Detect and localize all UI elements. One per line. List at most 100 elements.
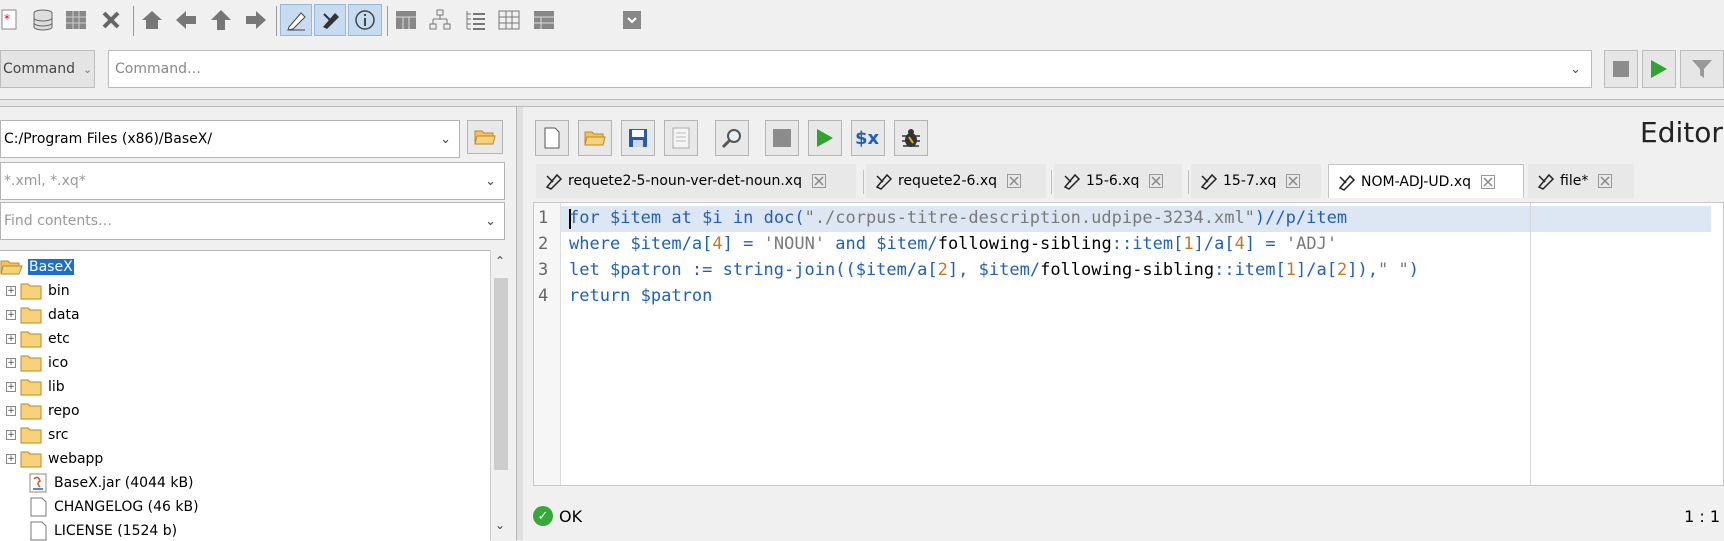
file-filter-placeholder: *.xml, *.xq* bbox=[4, 173, 86, 189]
find-contents-field[interactable]: Find contents… ⌄ bbox=[0, 202, 505, 240]
tree-item-file[interactable]: CHANGELOG (46 kB) bbox=[28, 495, 199, 519]
tree-item-folder[interactable]: + lib bbox=[6, 375, 65, 399]
code-line: return $patron bbox=[569, 286, 713, 306]
folder-icon bbox=[20, 331, 42, 348]
save-button[interactable] bbox=[621, 120, 655, 156]
chevron-down-icon[interactable]: ⌄ bbox=[485, 214, 496, 229]
file-tree: BaseX + bin + data + etc + ico + lib + r… bbox=[0, 250, 490, 541]
find-button[interactable] bbox=[715, 120, 749, 156]
tab-file[interactable]: file* bbox=[1528, 164, 1634, 198]
check-icon: ✓ bbox=[533, 506, 553, 526]
tree-item-file[interactable]: BaseX.jar (4044 kB) bbox=[28, 471, 194, 495]
tab-15-7[interactable]: 15-7.xq bbox=[1191, 164, 1321, 198]
close-tab-icon[interactable] bbox=[1149, 174, 1164, 188]
explorer-view-icon[interactable] bbox=[529, 4, 559, 36]
info-icon[interactable] bbox=[348, 4, 382, 36]
file-filter-field[interactable]: *.xml, *.xq* ⌄ bbox=[0, 162, 505, 200]
close-tab-icon[interactable] bbox=[1481, 174, 1496, 189]
expand-icon[interactable]: + bbox=[6, 454, 16, 464]
expand-icon[interactable]: + bbox=[6, 382, 16, 392]
edit-icon[interactable] bbox=[280, 4, 312, 36]
tree-item-folder[interactable]: + repo bbox=[6, 399, 80, 423]
panel-divider[interactable] bbox=[0, 99, 1724, 107]
variables-button[interactable]: $x bbox=[851, 120, 885, 156]
new-database-icon[interactable]: * bbox=[0, 4, 24, 36]
status-text: OK bbox=[559, 506, 583, 526]
folder-view-icon[interactable] bbox=[460, 4, 490, 36]
line-number: 4 bbox=[538, 286, 549, 306]
map-view-icon[interactable] bbox=[391, 4, 421, 36]
expand-icon[interactable]: + bbox=[6, 334, 16, 344]
file-tree-scrollbar[interactable]: ⌃ ⌄ bbox=[490, 250, 511, 540]
play-icon bbox=[817, 129, 833, 147]
folder-icon bbox=[20, 403, 42, 420]
xquery-file-icon bbox=[1062, 172, 1082, 190]
close-tab-icon[interactable] bbox=[811, 174, 826, 188]
expand-icon[interactable]: + bbox=[6, 430, 16, 440]
chevron-down-icon[interactable]: ⌄ bbox=[485, 174, 496, 189]
close-tab-icon[interactable] bbox=[1598, 174, 1613, 188]
tree-item-label: webapp bbox=[48, 451, 104, 467]
format-button[interactable] bbox=[664, 120, 698, 156]
panel-splitter[interactable] bbox=[516, 107, 523, 540]
browse-folder-button[interactable] bbox=[467, 120, 503, 154]
close-tab-icon[interactable] bbox=[1286, 174, 1301, 188]
chevron-down-icon[interactable]: ⌄ bbox=[440, 132, 451, 147]
tree-item-folder[interactable]: + etc bbox=[6, 327, 70, 351]
filter-button[interactable] bbox=[1680, 50, 1724, 88]
stop-button[interactable] bbox=[1604, 50, 1638, 88]
tab-nom-adj-ud[interactable]: NOM-ADJ-UD.xq bbox=[1328, 164, 1524, 198]
xpath-icon[interactable] bbox=[314, 4, 346, 36]
close-tab-icon[interactable] bbox=[1007, 174, 1022, 188]
table-view-icon[interactable] bbox=[494, 4, 524, 36]
back-icon[interactable] bbox=[171, 4, 201, 36]
tree-item-folder[interactable]: + data bbox=[6, 303, 80, 327]
chevron-down-icon[interactable]: ⌄ bbox=[495, 518, 505, 532]
up-icon[interactable] bbox=[206, 4, 236, 36]
tree-item-folder[interactable]: + src bbox=[6, 423, 68, 447]
tree-item-label: bin bbox=[48, 283, 70, 299]
new-file-button[interactable] bbox=[535, 120, 569, 156]
tab-requete2-6[interactable]: requete2-6.xq bbox=[866, 164, 1046, 198]
forward-icon[interactable] bbox=[241, 4, 271, 36]
tree-item-label: CHANGELOG (46 kB) bbox=[54, 499, 199, 515]
expand-icon[interactable]: + bbox=[6, 358, 16, 368]
path-field[interactable]: C:/Program Files (x86)/BaseX/ ⌄ bbox=[0, 120, 460, 158]
close-database-icon[interactable] bbox=[96, 4, 126, 36]
run-query-button[interactable] bbox=[808, 120, 842, 156]
find-contents-placeholder: Find contents… bbox=[4, 213, 113, 229]
tree-item-folder[interactable]: + webapp bbox=[6, 447, 103, 471]
chevron-down-icon[interactable]: ⌄ bbox=[1570, 62, 1581, 77]
properties-icon[interactable] bbox=[61, 4, 91, 36]
tree-item-label: BaseX bbox=[28, 259, 74, 275]
xquery-file-icon bbox=[544, 172, 564, 190]
tab-requete2-5[interactable]: requete2-5-noun-ver-det-noun.xq bbox=[536, 164, 856, 198]
scrollbar-thumb[interactable] bbox=[494, 278, 508, 470]
stop-icon bbox=[773, 129, 791, 147]
tree-item-label: repo bbox=[48, 403, 80, 419]
chevron-up-icon[interactable]: ⌃ bbox=[495, 254, 505, 268]
expand-icon[interactable]: + bbox=[6, 406, 16, 416]
home-icon[interactable] bbox=[137, 4, 167, 36]
code-editor[interactable]: 1 2 3 4 for $item at $i in doc("./corpus… bbox=[533, 202, 1724, 486]
tree-view-icon[interactable] bbox=[425, 4, 455, 36]
debug-button[interactable] bbox=[894, 120, 928, 156]
command-input[interactable]: Command… ⌄ bbox=[108, 50, 1592, 88]
xquery-file-icon bbox=[1337, 173, 1357, 191]
expand-icon[interactable]: + bbox=[6, 286, 16, 296]
more-views-icon[interactable] bbox=[620, 4, 644, 36]
tree-item-root[interactable]: BaseX bbox=[0, 255, 74, 279]
tree-item-file[interactable]: LICENSE (1524 b) bbox=[28, 519, 177, 541]
open-file-button[interactable] bbox=[578, 120, 612, 156]
open-database-icon[interactable] bbox=[28, 4, 58, 36]
tab-label: NOM-ADJ-UD.xq bbox=[1361, 173, 1472, 190]
run-button[interactable] bbox=[1642, 50, 1676, 88]
open-folder-icon bbox=[474, 130, 496, 145]
expand-icon[interactable]: + bbox=[6, 310, 16, 320]
stop-query-button[interactable] bbox=[765, 120, 799, 156]
tree-item-folder[interactable]: + ico bbox=[6, 351, 68, 375]
tab-15-6[interactable]: 15-6.xq bbox=[1054, 164, 1182, 198]
command-mode-select[interactable]: Command ⌄ bbox=[0, 50, 95, 88]
tree-item-folder[interactable]: + bin bbox=[6, 279, 70, 303]
print-margin bbox=[1530, 203, 1531, 485]
